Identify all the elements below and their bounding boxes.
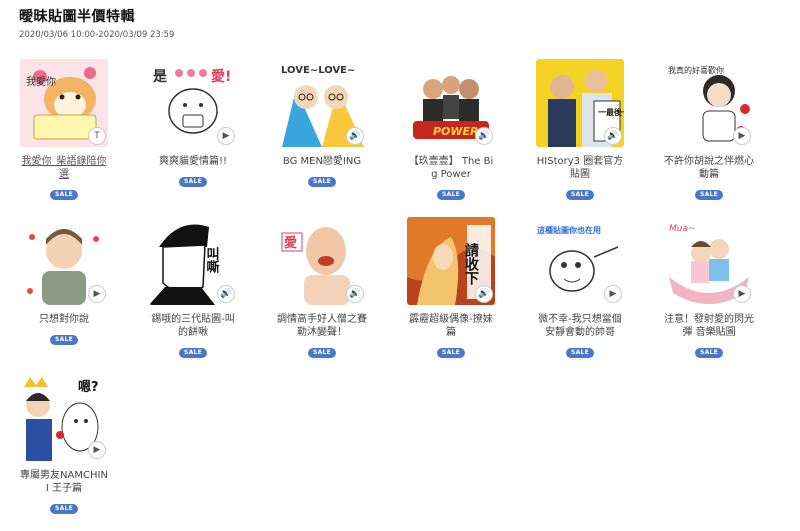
sale-badge: SALE [307, 177, 337, 187]
sale-badge: SALE [565, 190, 595, 200]
sound-icon: 🔊 [346, 127, 364, 145]
sticker-item[interactable]: 叫嘶 🔊 錫哦的三代貼圖-叫的餅啾 SALE [138, 217, 248, 358]
sticker-thumbnail[interactable]: 嗯? ▶ [20, 373, 108, 461]
sound-icon: 🔊 [217, 285, 235, 303]
thumbnail-text: 一最後一顆了 [598, 107, 624, 117]
sale-badge: SALE [307, 348, 337, 358]
sticker-name[interactable]: 不許你胡說之伴燃心動篇 [654, 155, 764, 181]
play-icon: ▶ [604, 285, 622, 303]
sticker-name[interactable]: 霹靂超級偶像-撩妹篇 [396, 313, 506, 339]
sticker-thumbnail[interactable]: 我愛你 T [20, 59, 108, 147]
page-title: 曖昧貼圖半價特輯 [19, 9, 135, 25]
sticker-item[interactable]: POWER 🔊 【玖壹壹】 The Big Power SALE [396, 59, 506, 200]
thumbnail-text: 請收下 [463, 242, 479, 286]
thumbnail-text: Mua~ [669, 224, 696, 234]
sticker-name[interactable]: 專屬男友NAMCHINI 王子篇 [9, 469, 119, 495]
sticker-item[interactable]: 一最後一顆了 🔊 HIStory3 圈套官方貼圖 SALE [525, 59, 635, 200]
sticker-thumbnail[interactable]: Mua~ ▶ [665, 217, 753, 305]
sale-badge: SALE [178, 348, 208, 358]
sale-badge: SALE [178, 177, 208, 187]
sticker-thumbnail[interactable]: 是 愛! ▶ [149, 59, 237, 147]
sticker-name[interactable]: 錫哦的三代貼圖-叫的餅啾 [138, 313, 248, 339]
type-icon: T [88, 127, 106, 145]
thumbnail-text: 愛 [284, 235, 297, 251]
thumbnail-text: 我真的好喜歡你 [668, 65, 724, 75]
sticker-thumbnail[interactable]: POWER 🔊 [407, 59, 495, 147]
sticker-item[interactable]: 愛 🔊 調情高手好人僧之賽勒沐變聲！ SALE [267, 217, 377, 358]
sticker-name[interactable]: HIStory3 圈套官方貼圖 [525, 155, 635, 181]
thumbnail-text: 是 [153, 69, 168, 85]
sale-period: 2020/03/06 10:00-2020/03/09 23:59 [19, 30, 175, 40]
sticker-name[interactable]: 微不幸-我只想當個安靜會動的帥哥 [525, 313, 635, 339]
sale-badge: SALE [565, 348, 595, 358]
sound-icon: 🔊 [604, 127, 622, 145]
sticker-thumbnail[interactable]: LOVE~LOVE~ 🔊 [278, 59, 366, 147]
sticker-thumbnail[interactable]: 愛 🔊 [278, 217, 366, 305]
play-icon: ▶ [88, 441, 106, 459]
sticker-item[interactable]: LOVE~LOVE~ 🔊 BG MEN戀愛ING SALE [267, 59, 377, 187]
play-icon: ▶ [217, 127, 235, 145]
thumbnail-text: 我愛你 [26, 75, 56, 88]
sticker-name[interactable]: 調情高手好人僧之賽勒沐變聲！ [267, 313, 377, 339]
page-header: 曖昧貼圖半價特輯 2020/03/06 10:00-2020/03/09 23:… [19, 6, 174, 40]
sticker-name[interactable]: 只想對你說 [9, 313, 119, 326]
play-icon: ▶ [733, 285, 751, 303]
sticker-name[interactable]: 爽爽貓愛情篇!! [138, 155, 248, 168]
sticker-thumbnail[interactable]: 我真的好喜歡你 ▶ [665, 59, 753, 147]
play-icon: ▶ [88, 285, 106, 303]
sale-badge: SALE [436, 348, 466, 358]
thumbnail-text: 叫嘶 [204, 246, 220, 274]
sound-icon: 🔊 [346, 285, 364, 303]
sale-badge: SALE [436, 190, 466, 200]
sticker-item[interactable]: Mua~ ▶ 注意！發射愛的閃光彈 音樂貼圖 SALE [654, 217, 764, 358]
sticker-item[interactable]: 我真的好喜歡你 ▶ 不許你胡說之伴燃心動篇 SALE [654, 59, 764, 200]
sound-icon: 🔊 [475, 127, 493, 145]
sticker-item[interactable]: 是 愛! ▶ 爽爽貓愛情篇!! SALE [138, 59, 248, 187]
sticker-item[interactable]: 這種貼圖你也在用 ▶ 微不幸-我只想當個安靜會動的帥哥 SALE [525, 217, 635, 358]
sticker-item[interactable]: 請收下 🔊 霹靂超級偶像-撩妹篇 SALE [396, 217, 506, 358]
sale-badge: SALE [694, 190, 724, 200]
sticker-thumbnail[interactable]: 請收下 🔊 [407, 217, 495, 305]
thumbnail-text: 嗯? [78, 380, 99, 395]
thumbnail-text: POWER [433, 125, 479, 138]
sale-badge: SALE [49, 335, 79, 345]
play-icon: ▶ [733, 127, 751, 145]
sound-icon: 🔊 [475, 285, 493, 303]
sticker-name[interactable]: BG MEN戀愛ING [267, 155, 377, 168]
sticker-item[interactable]: 我愛你 T 我愛你_柴語錄陪你選 SALE [9, 59, 119, 200]
sale-badge: SALE [694, 348, 724, 358]
sticker-thumbnail[interactable]: 叫嘶 🔊 [149, 217, 237, 305]
sticker-name[interactable]: 【玖壹壹】 The Big Power [396, 155, 506, 181]
sticker-name[interactable]: 我愛你_柴語錄陪你選 [9, 155, 119, 181]
sticker-item[interactable]: 嗯? ▶ 專屬男友NAMCHINI 王子篇 SALE [9, 373, 119, 514]
sticker-thumbnail[interactable]: 一最後一顆了 🔊 [536, 59, 624, 147]
sticker-name[interactable]: 注意！發射愛的閃光彈 音樂貼圖 [654, 313, 764, 339]
thumbnail-text: LOVE~LOVE~ [281, 65, 355, 76]
sticker-thumbnail[interactable]: ▶ [20, 217, 108, 305]
sticker-item[interactable]: ▶ 只想對你說 SALE [9, 217, 119, 345]
thumbnail-text: 這種貼圖你也在用 [537, 225, 601, 235]
sticker-thumbnail[interactable]: 這種貼圖你也在用 ▶ [536, 217, 624, 305]
sale-badge: SALE [49, 190, 79, 200]
sale-badge: SALE [49, 504, 79, 514]
thumbnail-text: 愛! [211, 68, 231, 85]
